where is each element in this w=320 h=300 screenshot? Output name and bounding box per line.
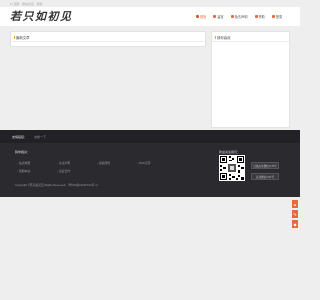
nav-label: 登录 [275, 15, 283, 19]
footer-link-label: 商业合作 [58, 169, 71, 173]
qr-code-icon [220, 156, 244, 180]
back-to-top-button[interactable]: ▲ [292, 200, 298, 208]
footer-link-sitemap[interactable]: › 站点地图 [17, 161, 30, 165]
footer-link-label: 免责声明 [58, 161, 71, 165]
nav-item-login[interactable]: 登录 [271, 14, 283, 19]
footer-link-rss[interactable]: › RSS订阅 [137, 161, 150, 165]
footer-link-business[interactable]: › 商业合作 [57, 169, 70, 173]
nav-label: 赞助 [258, 15, 265, 19]
chevron-right-icon: › [97, 161, 98, 165]
footer-link-label: 投稿须知 [98, 161, 111, 165]
recommend-panel: 猜你喜欢 [211, 31, 290, 128]
friend-link[interactable]: 交换一下 [34, 135, 46, 139]
chevron-right-icon: › [57, 169, 58, 173]
nav-item-home[interactable]: 首页 [196, 14, 206, 19]
contact-wechat-button[interactable]: 关注微信公众号 [251, 173, 279, 180]
chevron-right-icon: › [57, 161, 58, 165]
panel-title: 猜你喜欢 [215, 35, 231, 40]
user-icon [271, 15, 275, 18]
share-icon: ◆ [293, 221, 297, 227]
share-button[interactable]: ◆ [292, 220, 298, 228]
footer-link-disclaimer[interactable]: › 免责声明 [57, 161, 70, 165]
footer-link-label: 赞助本站 [18, 169, 31, 173]
chevron-right-icon: › [17, 169, 18, 173]
divider [11, 41, 205, 42]
divider [212, 41, 289, 42]
follow-wechat-button[interactable]: 扫描关注微信公众号 [251, 162, 279, 169]
top-breadcrumb: M 顶部 · 网站标签 · 服务 [10, 2, 43, 6]
nav-label: 首页 [200, 15, 207, 19]
follow-title: 欢迎关注我们： [219, 150, 241, 154]
nav-item-message[interactable]: 留言 [213, 14, 224, 19]
footer-link-label: 站点地图 [18, 161, 31, 165]
footer-link-label: RSS订阅 [138, 161, 151, 165]
list-icon [215, 35, 216, 40]
footer-link-sponsor[interactable]: › 赞助本站 [17, 169, 30, 173]
friend-links-bar: 友情链接： 交换一下 [0, 130, 300, 143]
chevron-right-icon: › [17, 161, 18, 165]
edit-icon [14, 35, 15, 40]
info-icon [230, 15, 234, 18]
latest-articles-panel: 最新文章 [10, 31, 206, 47]
main-nav: 首页 留言 免责声明 赞助 登录 [196, 14, 282, 19]
message-icon [213, 15, 217, 18]
nav-label: 免责声明 [234, 15, 248, 19]
arrow-up-icon: ▲ [293, 201, 297, 207]
nav-item-sponsor[interactable]: 赞助 [254, 14, 265, 19]
gift-icon [254, 15, 258, 18]
edit-icon: ✎ [293, 211, 297, 217]
footer-link-submit[interactable]: › 投稿须知 [97, 161, 110, 165]
site-footer: 猜你相关： › 站点地图 › 免责声明 › 投稿须知 › RSS订阅 › 赞助本… [0, 143, 300, 197]
site-header: 若只如初见 首页 留言 免责声明 赞助 登录 [0, 7, 300, 26]
site-logo[interactable]: 若只如初见 [10, 10, 73, 23]
panel-title-text: 最新文章 [16, 36, 30, 40]
panel-title: 最新文章 [14, 35, 30, 40]
comment-button[interactable]: ✎ [292, 210, 298, 218]
friend-links-label: 友情链接： [12, 135, 28, 139]
copyright-text: Copyright ©若只如初见 Rights Reserved.（粤ICP备1… [15, 183, 100, 187]
nav-item-disclaimer[interactable]: 免责声明 [230, 14, 248, 19]
home-icon [196, 15, 199, 18]
footer-title: 猜你相关： [15, 150, 31, 154]
qr-code-image [219, 155, 245, 181]
panel-title-text: 猜你喜欢 [217, 36, 231, 40]
chevron-right-icon: › [137, 161, 138, 165]
nav-label: 留言 [217, 15, 224, 19]
